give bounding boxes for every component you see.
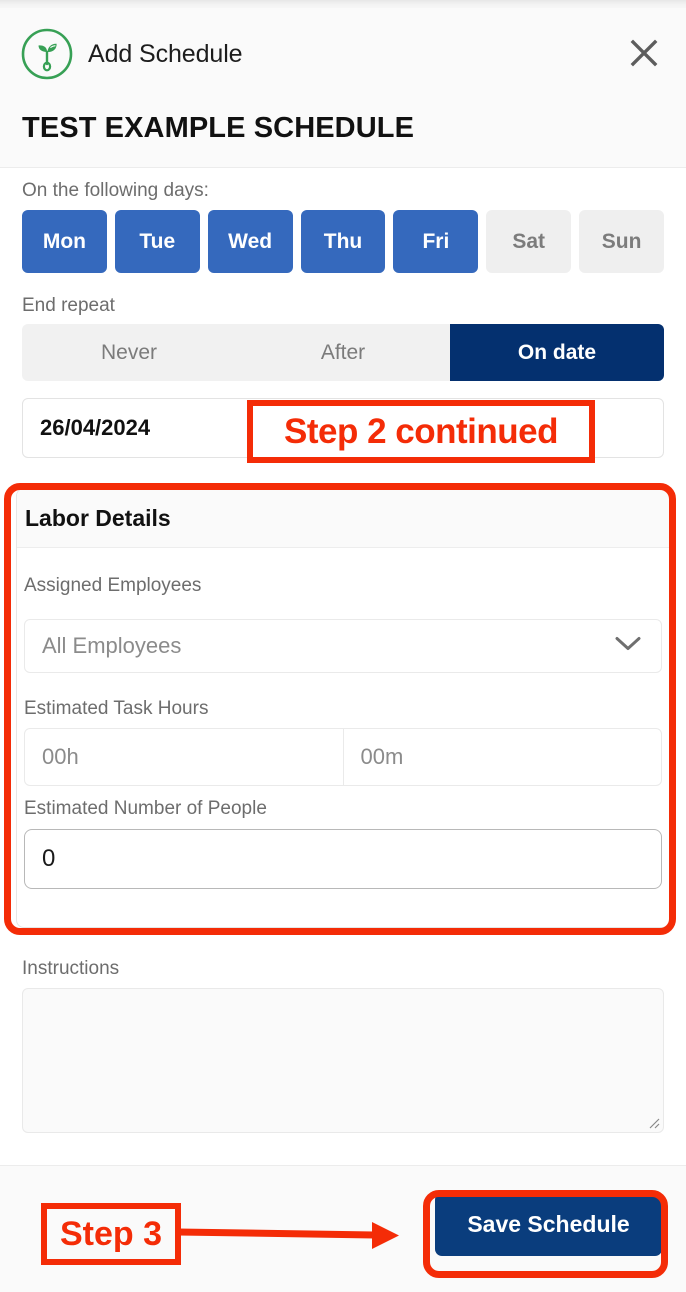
end-repeat-label: End repeat xyxy=(22,295,115,316)
day-toggle-row: Mon Tue Wed Thu Fri Sat Sun xyxy=(22,210,665,273)
header-row: Add Schedule xyxy=(20,26,666,82)
repeat-days-group: On the following days: Mon Tue Wed Thu F… xyxy=(22,180,665,273)
resize-grip-icon[interactable] xyxy=(646,1115,660,1129)
day-toggle-sun[interactable]: Sun xyxy=(579,210,665,273)
add-schedule-modal: Add Schedule TEST EXAMPLE SCHEDULE On th… xyxy=(0,0,686,1292)
day-toggle-sat[interactable]: Sat xyxy=(486,210,572,273)
estimated-people-label: Estimated Number of People xyxy=(24,798,267,819)
instructions-label: Instructions xyxy=(22,958,120,979)
end-repeat-option-on-date[interactable]: On date xyxy=(450,324,664,381)
end-repeat-segmented-control: Never After On date xyxy=(22,324,664,381)
task-hours-input[interactable]: 00h xyxy=(25,729,343,785)
day-toggle-mon[interactable]: Mon xyxy=(22,210,107,273)
assigned-employees-label: Assigned Employees xyxy=(24,575,202,596)
estimated-task-hours-label: Estimated Task Hours xyxy=(24,698,209,719)
modal-title: Add Schedule xyxy=(88,39,243,68)
repeat-days-label: On the following days: xyxy=(22,180,209,201)
day-toggle-fri[interactable]: Fri xyxy=(393,210,479,273)
end-repeat-group: End repeat Never After On date xyxy=(22,295,664,381)
day-toggle-wed[interactable]: Wed xyxy=(207,210,293,273)
labor-details-card: Labor Details Assigned Employees All Emp… xyxy=(16,488,670,928)
day-toggle-tue[interactable]: Tue xyxy=(114,210,200,273)
estimated-task-hours-inputs: 00h 00m xyxy=(24,728,662,786)
modal-footer: Save Schedule xyxy=(0,1165,686,1292)
estimated-people-input[interactable]: 0 xyxy=(24,829,662,889)
labor-details-title: Labor Details xyxy=(25,504,171,531)
save-schedule-button[interactable]: Save Schedule xyxy=(435,1193,662,1256)
assigned-employees-select[interactable]: All Employees xyxy=(24,619,662,673)
labor-details-header: Labor Details xyxy=(17,489,669,548)
end-date-input[interactable]: 26/04/2024 xyxy=(22,398,664,458)
end-repeat-option-after[interactable]: After xyxy=(236,324,450,381)
assigned-employees-value: All Employees xyxy=(42,633,182,658)
schedule-form: On the following days: Mon Tue Wed Thu F… xyxy=(0,168,686,1168)
day-toggle-thu[interactable]: Thu xyxy=(300,210,386,273)
task-minutes-input[interactable]: 00m xyxy=(342,729,662,785)
instructions-textarea[interactable] xyxy=(22,988,664,1133)
chevron-down-icon xyxy=(615,636,641,657)
close-icon[interactable] xyxy=(622,31,666,75)
page-title: TEST EXAMPLE SCHEDULE xyxy=(22,112,415,144)
modal-header: Add Schedule TEST EXAMPLE SCHEDULE xyxy=(0,8,686,168)
seedling-icon xyxy=(20,27,74,81)
labor-details-body: Assigned Employees All Employees Estimat… xyxy=(17,548,669,889)
instructions-group: Instructions xyxy=(22,958,664,1133)
end-repeat-option-never[interactable]: Never xyxy=(22,324,236,381)
